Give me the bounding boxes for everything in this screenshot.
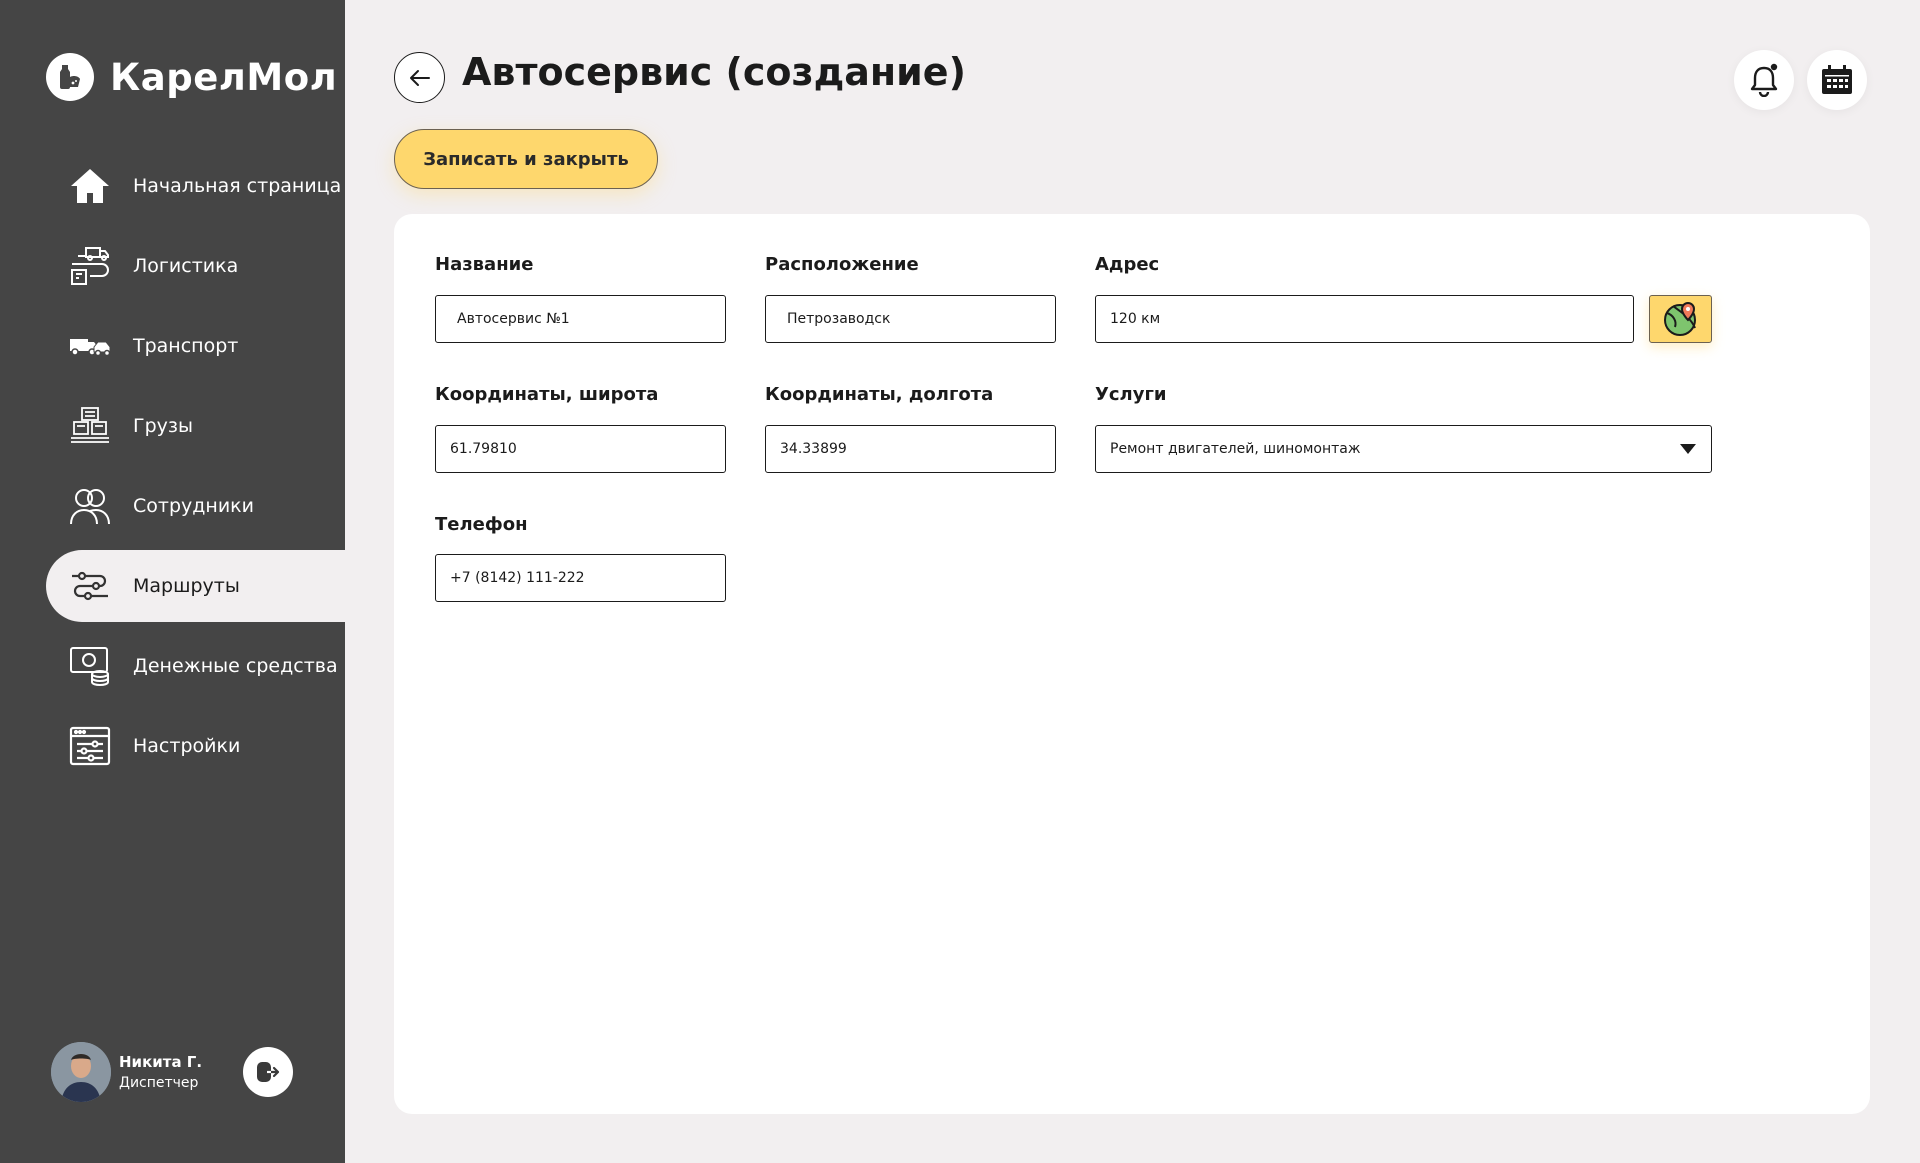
back-button[interactable] bbox=[394, 52, 445, 103]
map-button[interactable] bbox=[1649, 295, 1712, 343]
services-select[interactable]: Ремонт двигателей, шиномонтаж bbox=[1095, 425, 1712, 473]
address-input[interactable] bbox=[1095, 295, 1634, 343]
cargo-icon bbox=[68, 404, 112, 448]
phone-input[interactable] bbox=[435, 554, 726, 602]
sidebar-item-home[interactable]: Начальная страница bbox=[46, 150, 345, 222]
location-input[interactable] bbox=[765, 295, 1056, 343]
routes-icon bbox=[68, 564, 112, 608]
sidebar-item-label: Транспорт bbox=[133, 335, 239, 357]
calendar-button[interactable] bbox=[1807, 50, 1867, 110]
sidebar-item-routes[interactable]: Маршруты bbox=[46, 550, 345, 622]
sidebar-item-settings[interactable]: Настройки bbox=[46, 710, 345, 782]
name-input[interactable] bbox=[435, 295, 726, 343]
notifications-button[interactable] bbox=[1734, 50, 1794, 110]
money-icon bbox=[68, 644, 112, 688]
logout-button[interactable] bbox=[243, 1047, 293, 1097]
sidebar-item-label: Грузы bbox=[133, 415, 193, 437]
calendar-icon bbox=[1822, 65, 1852, 94]
sidebar-item-transport[interactable]: Транспорт bbox=[46, 310, 345, 382]
logistics-icon bbox=[68, 244, 112, 288]
sidebar: КарелМол Начальная страница Логистика Тр… bbox=[0, 0, 345, 1163]
sidebar-item-label: Маршруты bbox=[133, 575, 240, 597]
transport-icon bbox=[68, 324, 112, 368]
milk-bottle-cheese-icon bbox=[46, 53, 94, 101]
avatar bbox=[51, 1042, 111, 1102]
page-title: Автосервис (создание) bbox=[462, 50, 966, 94]
name-label: Название bbox=[435, 254, 534, 275]
phone-label: Телефон bbox=[435, 514, 528, 535]
sidebar-item-label: Настройки bbox=[133, 735, 241, 757]
address-label: Адрес bbox=[1095, 254, 1160, 275]
bell-icon bbox=[1750, 63, 1778, 97]
sidebar-item-logistics[interactable]: Логистика bbox=[46, 230, 345, 302]
sidebar-item-label: Сотрудники bbox=[133, 495, 254, 517]
user-role: Диспетчер bbox=[119, 1075, 199, 1091]
services-value: Ремонт двигателей, шиномонтаж bbox=[1110, 441, 1361, 457]
employees-icon bbox=[68, 484, 112, 528]
sidebar-item-label: Денежные средства bbox=[133, 655, 338, 677]
logout-icon bbox=[257, 1062, 280, 1082]
map-pin-icon bbox=[1663, 301, 1696, 336]
latitude-input[interactable] bbox=[435, 425, 726, 473]
sidebar-item-cargo[interactable]: Грузы bbox=[46, 390, 345, 462]
location-label: Расположение bbox=[765, 254, 919, 275]
sidebar-item-label: Начальная страница bbox=[133, 175, 342, 197]
sidebar-item-money[interactable]: Денежные средства bbox=[46, 630, 345, 702]
logo[interactable]: КарелМол bbox=[46, 53, 337, 101]
user-profile[interactable]: Никита Г. Диспетчер bbox=[51, 1042, 202, 1102]
form-card: Название Расположение Адрес Координаты, … bbox=[394, 214, 1870, 1114]
sidebar-item-employees[interactable]: Сотрудники bbox=[46, 470, 345, 542]
latitude-label: Координаты, широта bbox=[435, 384, 659, 405]
chevron-down-icon bbox=[1680, 444, 1696, 454]
user-name: Никита Г. bbox=[119, 1053, 203, 1071]
home-icon bbox=[68, 164, 112, 208]
sidebar-item-label: Логистика bbox=[133, 255, 239, 277]
app-name: КарелМол bbox=[110, 55, 338, 99]
arrow-left-icon bbox=[409, 69, 430, 86]
services-label: Услуги bbox=[1095, 384, 1167, 405]
save-and-close-button[interactable]: Записать и закрыть bbox=[394, 129, 658, 189]
settings-icon bbox=[68, 724, 112, 768]
longitude-input[interactable] bbox=[765, 425, 1056, 473]
longitude-label: Координаты, долгота bbox=[765, 384, 994, 405]
